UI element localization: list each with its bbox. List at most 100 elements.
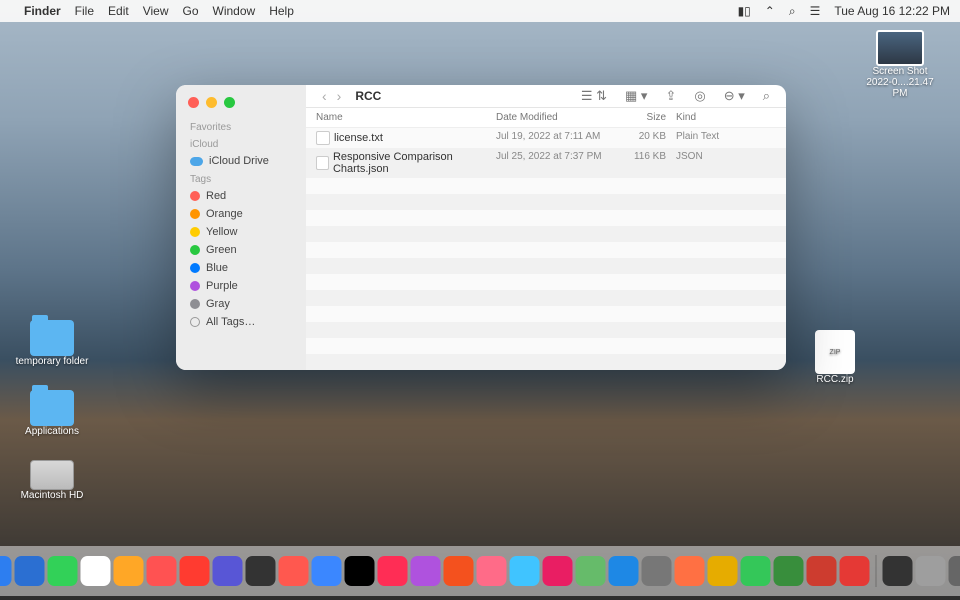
tag-dot-icon	[190, 245, 200, 255]
window-title: RCC	[355, 89, 381, 103]
file-row[interactable]: Responsive Comparison Charts.jsonJul 25,…	[306, 148, 786, 178]
dock-app-18[interactable]	[510, 556, 540, 586]
folder-icon	[30, 320, 74, 356]
menubar-right: ▮▯ ⌃ ⌕ ☰ Tue Aug 16 12:22 PM	[738, 4, 950, 19]
dock-app-25[interactable]	[741, 556, 771, 586]
file-icon	[316, 156, 329, 170]
dock-app-19[interactable]	[543, 556, 573, 586]
dock-app-27[interactable]	[807, 556, 837, 586]
dock-app-3[interactable]	[15, 556, 45, 586]
close-button[interactable]	[188, 97, 199, 108]
menu-go[interactable]: Go	[183, 4, 199, 18]
finder-toolbar: ‹ › RCC ☰ ⇅ ▦ ▾ ⇪ ◎ ⊖ ▾ ⌕	[306, 85, 786, 108]
zip-icon: ZIP	[815, 330, 855, 374]
desktop-rcc-zip[interactable]: ZIP RCC.zip	[795, 330, 875, 385]
header-kind[interactable]: Kind	[676, 112, 776, 123]
header-date[interactable]: Date Modified	[496, 112, 616, 123]
dock-app-17[interactable]	[477, 556, 507, 586]
tag-dot-icon	[190, 227, 200, 237]
dock-app-10[interactable]	[246, 556, 276, 586]
image-thumbnail-icon	[876, 30, 924, 66]
dock-app-30[interactable]	[916, 556, 946, 586]
dock-app-14[interactable]	[378, 556, 408, 586]
sidebar-tag-red[interactable]: Red	[176, 187, 306, 205]
menubar-app-name[interactable]: Finder	[24, 4, 61, 18]
dock-app-31[interactable]	[949, 556, 960, 586]
dock-app-26[interactable]	[774, 556, 804, 586]
menubar-datetime[interactable]: Tue Aug 16 12:22 PM	[834, 4, 950, 18]
dock-app-5[interactable]	[81, 556, 111, 586]
desktop-screenshot[interactable]: Screen Shot 2022-0....21.47 PM	[860, 30, 940, 99]
dock-app-2[interactable]	[0, 556, 12, 586]
wifi-icon[interactable]: ⌃	[765, 4, 775, 18]
nav-back-button[interactable]: ‹	[318, 86, 331, 106]
finder-sidebar: Favorites iCloud iCloud Drive Tags RedOr…	[176, 85, 306, 370]
menubar: Finder File Edit View Go Window Help ▮▯ …	[0, 0, 960, 22]
menubar-left: Finder File Edit View Go Window Help	[10, 4, 294, 18]
sidebar-item-icloud-drive[interactable]: iCloud Drive	[176, 152, 306, 170]
tag-button[interactable]: ◎	[690, 86, 709, 106]
dock-app-4[interactable]	[48, 556, 78, 586]
dock-app-15[interactable]	[411, 556, 441, 586]
dock-app-21[interactable]	[609, 556, 639, 586]
minimize-button[interactable]	[206, 97, 217, 108]
dock-app-11[interactable]	[279, 556, 309, 586]
tag-dot-icon	[190, 263, 200, 273]
sidebar-section-favorites: Favorites	[176, 118, 306, 135]
menu-window[interactable]: Window	[213, 4, 256, 18]
sidebar-tag-blue[interactable]: Blue	[176, 259, 306, 277]
dock-app-24[interactable]	[708, 556, 738, 586]
dock-app-9[interactable]	[213, 556, 243, 586]
menu-view[interactable]: View	[143, 4, 169, 18]
dock-app-6[interactable]	[114, 556, 144, 586]
desktop-macintosh-hd[interactable]: Macintosh HD	[12, 460, 92, 501]
desktop-applications[interactable]: Applications	[12, 390, 92, 437]
tag-icon	[190, 317, 200, 327]
search-icon[interactable]: ⌕	[789, 4, 796, 19]
dock-app-29[interactable]	[883, 556, 913, 586]
sidebar-section-icloud: iCloud	[176, 135, 306, 152]
dock-app-7[interactable]	[147, 556, 177, 586]
menu-help[interactable]: Help	[269, 4, 294, 18]
nav-forward-button[interactable]: ›	[333, 86, 346, 106]
finder-main: ‹ › RCC ☰ ⇅ ▦ ▾ ⇪ ◎ ⊖ ▾ ⌕ Name Date Modi…	[306, 85, 786, 370]
dock-app-16[interactable]	[444, 556, 474, 586]
view-group-button[interactable]: ▦ ▾	[621, 86, 651, 106]
dock-app-8[interactable]	[180, 556, 210, 586]
dock-app-12[interactable]	[312, 556, 342, 586]
action-button[interactable]: ⊖ ▾	[720, 86, 749, 106]
dock-app-13[interactable]	[345, 556, 375, 586]
share-button[interactable]: ⇪	[661, 86, 680, 106]
sidebar-tag-green[interactable]: Green	[176, 241, 306, 259]
file-row[interactable]: license.txtJul 19, 2022 at 7:11 AM20 KBP…	[306, 128, 786, 148]
tag-dot-icon	[190, 281, 200, 291]
sidebar-tag-yellow[interactable]: Yellow	[176, 223, 306, 241]
dock	[0, 546, 960, 596]
window-controls	[176, 93, 306, 118]
tag-dot-icon	[190, 299, 200, 309]
battery-icon[interactable]: ▮▯	[738, 4, 751, 18]
sidebar-tag-gray[interactable]: Gray	[176, 295, 306, 313]
desktop-temporary-folder[interactable]: temporary folder	[12, 320, 92, 367]
finder-window: Favorites iCloud iCloud Drive Tags RedOr…	[176, 85, 786, 370]
menu-file[interactable]: File	[75, 4, 94, 18]
dock-app-20[interactable]	[576, 556, 606, 586]
cloud-icon	[190, 157, 203, 166]
menu-edit[interactable]: Edit	[108, 4, 129, 18]
sidebar-tag-orange[interactable]: Orange	[176, 205, 306, 223]
zoom-button[interactable]	[224, 97, 235, 108]
header-size[interactable]: Size	[616, 112, 676, 123]
control-center-icon[interactable]: ☰	[810, 4, 821, 18]
tag-dot-icon	[190, 209, 200, 219]
sidebar-section-tags: Tags	[176, 170, 306, 187]
sidebar-tag-purple[interactable]: Purple	[176, 277, 306, 295]
file-icon	[316, 131, 330, 145]
view-list-button[interactable]: ☰ ⇅	[577, 86, 611, 106]
dock-app-22[interactable]	[642, 556, 672, 586]
search-button[interactable]: ⌕	[759, 86, 774, 106]
header-name[interactable]: Name	[316, 112, 496, 123]
folder-icon	[30, 390, 74, 426]
dock-app-23[interactable]	[675, 556, 705, 586]
sidebar-item-all-tags[interactable]: All Tags…	[176, 313, 306, 331]
dock-app-28[interactable]	[840, 556, 870, 586]
